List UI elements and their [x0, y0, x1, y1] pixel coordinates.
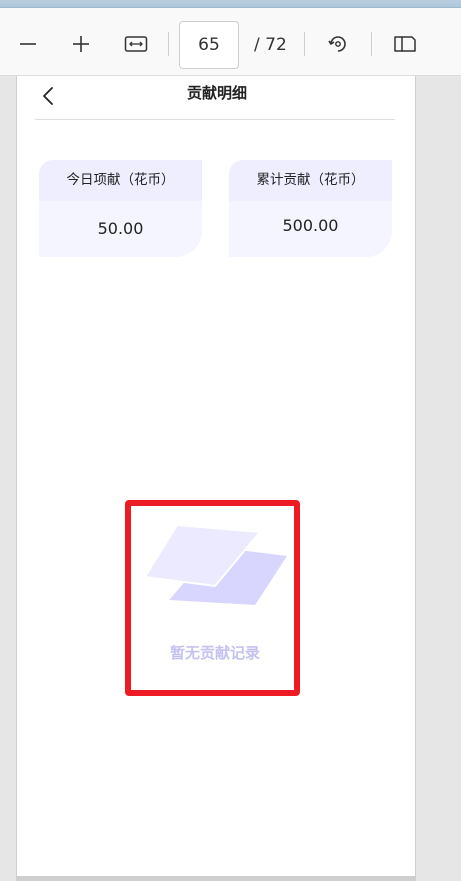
card-label: 今日项献（花币） [39, 160, 202, 201]
two-page-view-icon [394, 36, 416, 52]
document-page: 贡献明细 今日项献（花币） 50.00 累计贡献（花币） 500.00 暂无贡献… [16, 76, 416, 876]
rotate-icon [328, 36, 346, 52]
total-contribution-card: 累计贡献（花币） 500.00 [229, 160, 392, 257]
zoom-out-button[interactable] [10, 26, 46, 62]
two-page-view-button[interactable] [387, 26, 423, 62]
card-label: 累计贡献（花币） [229, 160, 392, 201]
fit-width-button[interactable] [118, 26, 154, 62]
page-number-input[interactable]: 65 [179, 21, 239, 69]
zoom-in-button[interactable] [63, 26, 99, 62]
card-value: 500.00 [282, 216, 339, 235]
header-divider [35, 119, 395, 120]
highlight-annotation-box [125, 500, 300, 696]
card-value: 50.00 [97, 219, 144, 238]
page-bottom-edge [16, 876, 416, 881]
pdf-toolbar: 65 / 72 [0, 8, 461, 76]
toolbar-divider [304, 32, 305, 56]
window-top-strip [0, 0, 461, 8]
toolbar-divider [168, 32, 169, 56]
rotate-button[interactable] [320, 26, 356, 62]
page-total-label: / 72 [254, 35, 287, 55]
fit-width-icon [124, 36, 148, 52]
zoom-in-icon [73, 36, 89, 52]
toolbar-divider [371, 32, 372, 56]
zoom-out-icon [20, 43, 36, 45]
today-contribution-card: 今日项献（花币） 50.00 [39, 160, 202, 257]
page-title: 贡献明细 [186, 84, 247, 102]
